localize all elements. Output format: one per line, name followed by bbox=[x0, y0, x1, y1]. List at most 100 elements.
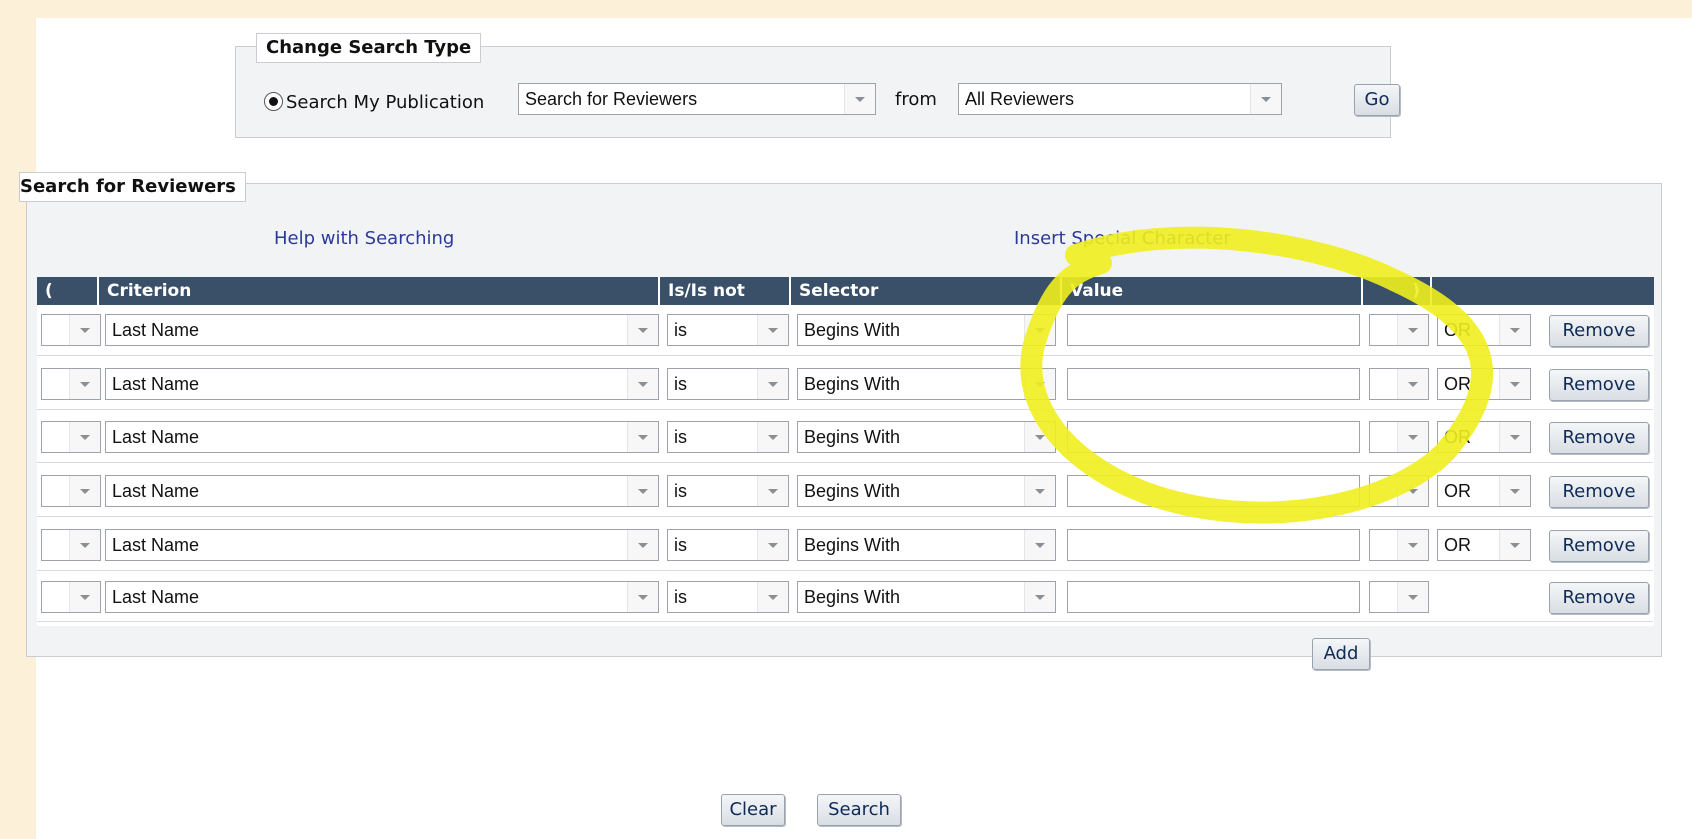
value-input[interactable] bbox=[1067, 475, 1360, 507]
open-paren-header: ( bbox=[37, 277, 99, 305]
open-paren-select[interactable] bbox=[41, 421, 101, 453]
insert-special-character-link[interactable]: Insert Special Character bbox=[1014, 228, 1231, 249]
criteria-table-header: ( Criterion Is/Is not Selector Value ) bbox=[37, 277, 1654, 305]
remove-button[interactable]: Remove bbox=[1549, 422, 1649, 454]
help-with-searching-link[interactable]: Help with Searching bbox=[274, 228, 454, 249]
is-not-select[interactable]: is bbox=[667, 368, 789, 400]
chevron-down-icon bbox=[757, 422, 788, 452]
close-paren-select[interactable] bbox=[1369, 314, 1429, 346]
value-input[interactable] bbox=[1067, 581, 1360, 613]
search-for-reviewers-legend: Search for Reviewers bbox=[19, 172, 246, 202]
selector-select[interactable]: Begins With bbox=[797, 314, 1056, 346]
row-divider bbox=[37, 516, 1653, 517]
search-type-select[interactable]: Search for Reviewers bbox=[518, 83, 876, 115]
search-button[interactable]: Search bbox=[817, 794, 901, 826]
value-input[interactable] bbox=[1067, 529, 1360, 561]
is-not-select[interactable]: is bbox=[667, 421, 789, 453]
selector-select[interactable]: Begins With bbox=[797, 581, 1056, 613]
value-input[interactable] bbox=[1067, 421, 1360, 453]
criterion-select[interactable]: Last Name bbox=[105, 581, 659, 613]
remove-button[interactable]: Remove bbox=[1549, 476, 1649, 508]
row-divider bbox=[37, 355, 1653, 356]
chevron-down-icon bbox=[1397, 582, 1428, 612]
chevron-down-icon bbox=[757, 530, 788, 560]
chevron-down-icon bbox=[627, 369, 658, 399]
criterion-select[interactable]: Last Name bbox=[105, 314, 659, 346]
criterion-select[interactable]: Last Name bbox=[105, 475, 659, 507]
chevron-down-icon bbox=[1024, 422, 1055, 452]
add-row-button[interactable]: Add bbox=[1312, 638, 1370, 670]
conjunction-select[interactable]: OR bbox=[1437, 368, 1531, 400]
open-paren-select[interactable] bbox=[41, 314, 101, 346]
chevron-down-icon bbox=[69, 315, 100, 345]
open-paren-select[interactable] bbox=[41, 581, 101, 613]
is-not-select[interactable]: is bbox=[667, 475, 789, 507]
is-not-select[interactable]: is bbox=[667, 529, 789, 561]
chevron-down-icon bbox=[1250, 84, 1281, 114]
row-divider bbox=[37, 462, 1653, 463]
remove-button[interactable]: Remove bbox=[1549, 369, 1649, 401]
chevron-down-icon bbox=[1024, 476, 1055, 506]
go-button[interactable]: Go bbox=[1354, 84, 1400, 116]
close-paren-select[interactable] bbox=[1369, 581, 1429, 613]
close-paren-select[interactable] bbox=[1369, 421, 1429, 453]
is-not-select[interactable]: is bbox=[667, 314, 789, 346]
chevron-down-icon bbox=[1397, 315, 1428, 345]
close-paren-select[interactable] bbox=[1369, 368, 1429, 400]
value-header: Value bbox=[1062, 277, 1363, 305]
criterion-select[interactable]: Last Name bbox=[105, 368, 659, 400]
close-paren-select[interactable] bbox=[1369, 529, 1429, 561]
chevron-down-icon bbox=[627, 422, 658, 452]
row-divider bbox=[37, 570, 1653, 571]
is-not-select[interactable]: is bbox=[667, 581, 789, 613]
change-search-type-section: Change Search Type Search My Publication… bbox=[235, 33, 1400, 138]
chevron-down-icon bbox=[1499, 476, 1530, 506]
conjunction-select[interactable]: OR bbox=[1437, 314, 1531, 346]
value-input[interactable] bbox=[1067, 314, 1360, 346]
chevron-down-icon bbox=[1397, 476, 1428, 506]
clear-button[interactable]: Clear bbox=[721, 794, 785, 826]
conjunction-header bbox=[1432, 277, 1654, 305]
conjunction-select[interactable]: OR bbox=[1437, 475, 1531, 507]
from-reviewers-select[interactable]: All Reviewers bbox=[958, 83, 1282, 115]
remove-button[interactable]: Remove bbox=[1549, 582, 1649, 614]
chevron-down-icon bbox=[1024, 582, 1055, 612]
open-paren-select[interactable] bbox=[41, 368, 101, 400]
search-my-publication-radio[interactable] bbox=[264, 92, 283, 111]
chevron-down-icon bbox=[757, 315, 788, 345]
open-paren-select[interactable] bbox=[41, 529, 101, 561]
selector-select[interactable]: Begins With bbox=[797, 368, 1056, 400]
search-for-reviewers-section: Search for Reviewers Help with Searching… bbox=[19, 172, 1662, 670]
value-input[interactable] bbox=[1067, 368, 1360, 400]
chevron-down-icon bbox=[69, 422, 100, 452]
chevron-down-icon bbox=[844, 84, 875, 114]
selector-select[interactable]: Begins With bbox=[797, 529, 1056, 561]
search-my-publication-label: Search My Publication bbox=[286, 92, 485, 113]
chevron-down-icon bbox=[1024, 315, 1055, 345]
chevron-down-icon bbox=[627, 476, 658, 506]
chevron-down-icon bbox=[1397, 530, 1428, 560]
chevron-down-icon bbox=[69, 369, 100, 399]
conjunction-select[interactable]: OR bbox=[1437, 421, 1531, 453]
conjunction-select[interactable]: OR bbox=[1437, 529, 1531, 561]
chevron-down-icon bbox=[1499, 530, 1530, 560]
selector-select[interactable]: Begins With bbox=[797, 421, 1056, 453]
chevron-down-icon bbox=[69, 476, 100, 506]
chevron-down-icon bbox=[1499, 369, 1530, 399]
remove-button[interactable]: Remove bbox=[1549, 315, 1649, 347]
remove-button[interactable]: Remove bbox=[1549, 530, 1649, 562]
open-paren-select[interactable] bbox=[41, 475, 101, 507]
chevron-down-icon bbox=[757, 582, 788, 612]
chevron-down-icon bbox=[1024, 530, 1055, 560]
close-paren-select[interactable] bbox=[1369, 475, 1429, 507]
table-row: Last Name is Begins With OR Remove bbox=[37, 529, 1654, 565]
selector-select[interactable]: Begins With bbox=[797, 475, 1056, 507]
main-panel: Change Search Type Search My Publication… bbox=[19, 18, 1692, 839]
radio-selected-dot-icon bbox=[269, 97, 278, 106]
criterion-select[interactable]: Last Name bbox=[105, 529, 659, 561]
criterion-select[interactable]: Last Name bbox=[105, 421, 659, 453]
chevron-down-icon bbox=[757, 476, 788, 506]
change-search-type-legend: Change Search Type bbox=[256, 33, 482, 63]
chevron-down-icon bbox=[1397, 369, 1428, 399]
chevron-down-icon bbox=[1499, 422, 1530, 452]
